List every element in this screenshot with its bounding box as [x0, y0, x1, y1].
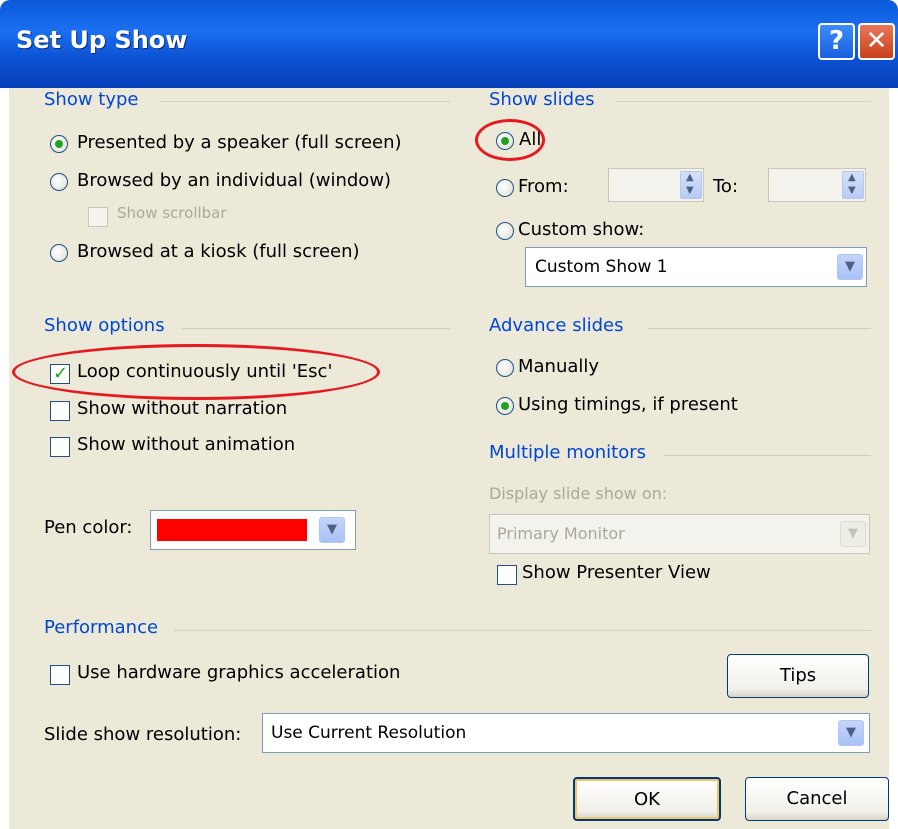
show-slides-heading: Show slides [489, 89, 595, 110]
from-label: From: [518, 176, 569, 197]
resolution-select[interactable]: Use Current Resolution ▼ [262, 713, 870, 753]
pen-color-picker[interactable]: ▼ [150, 510, 356, 550]
radio-browsed-at-kiosk[interactable] [50, 244, 68, 262]
chevron-down-icon[interactable]: ▼ [319, 517, 345, 543]
multiple-monitors-rule [664, 455, 871, 456]
show-presenter-view-checkbox[interactable] [497, 565, 517, 585]
from-spinner[interactable]: ▲ ▼ [680, 171, 702, 199]
custom-show-select[interactable]: Custom Show 1 ▼ [525, 247, 867, 287]
chevron-down-icon[interactable]: ▼ [840, 521, 866, 547]
custom-show-value: Custom Show 1 [535, 257, 668, 277]
loop-continuously-checkbox[interactable]: ✓ [50, 363, 70, 384]
help-icon: ? [828, 26, 845, 56]
radio-manually[interactable] [496, 359, 514, 377]
radio-presented-label: Presented by a speaker (full screen) [77, 132, 402, 153]
pen-color-swatch [157, 519, 307, 541]
ok-button[interactable]: OK [573, 777, 721, 821]
show-presenter-view-label: Show Presenter View [522, 562, 711, 583]
show-slides-rule [616, 101, 871, 102]
checkmark-icon: ✓ [53, 363, 69, 384]
to-spinner[interactable]: ▲ ▼ [842, 171, 864, 199]
radio-browsed-by-individual[interactable] [50, 173, 68, 191]
radio-presented-by-speaker[interactable] [50, 135, 68, 153]
advance-slides-heading: Advance slides [489, 315, 624, 336]
chevron-down-icon[interactable]: ▼ [837, 254, 863, 280]
custom-show-label: Custom show: [518, 219, 645, 240]
slide-show-resolution-label: Slide show resolution: [44, 724, 242, 745]
cancel-button[interactable]: Cancel [745, 777, 889, 821]
chevron-down-icon[interactable]: ▼ [838, 720, 864, 746]
show-options-heading: Show options [44, 315, 165, 336]
help-button[interactable]: ? [818, 23, 855, 60]
close-button[interactable]: ✕ [858, 23, 895, 60]
show-without-narration-label: Show without narration [77, 398, 288, 419]
radio-all-slides[interactable] [496, 132, 514, 150]
advance-slides-rule [648, 328, 871, 329]
show-without-animation-checkbox[interactable] [50, 437, 70, 457]
using-timings-label: Using timings, if present [518, 394, 738, 415]
show-type-rule [160, 101, 450, 102]
radio-browsed-individual-label: Browsed by an individual (window) [77, 170, 392, 191]
radio-from-slides[interactable] [496, 179, 514, 197]
monitor-select[interactable]: Primary Monitor ▼ [489, 514, 870, 554]
show-scrollbar-label: Show scrollbar [117, 204, 227, 222]
monitor-select-value: Primary Monitor [497, 524, 625, 543]
show-without-narration-checkbox[interactable] [50, 401, 70, 421]
performance-rule [174, 630, 871, 631]
tips-button[interactable]: Tips [727, 654, 869, 698]
radio-all-label: All [519, 129, 542, 150]
resolution-select-value: Use Current Resolution [271, 723, 467, 743]
show-scrollbar-checkbox[interactable] [88, 207, 108, 227]
radio-custom-show[interactable] [496, 222, 514, 240]
close-icon: ✕ [865, 26, 888, 56]
hardware-acceleration-checkbox[interactable] [50, 665, 70, 685]
manually-label: Manually [518, 356, 600, 377]
dialog-title: Set Up Show [16, 26, 188, 54]
show-without-animation-label: Show without animation [77, 434, 296, 455]
show-options-rule [182, 328, 450, 329]
loop-continuously-label: Loop continuously until 'Esc' [77, 361, 333, 382]
hardware-acceleration-label: Use hardware graphics acceleration [77, 662, 401, 683]
performance-heading: Performance [44, 617, 159, 638]
to-label: To: [713, 176, 739, 197]
pen-color-label: Pen color: [44, 517, 133, 538]
radio-kiosk-label: Browsed at a kiosk (full screen) [77, 241, 360, 262]
display-slide-show-label: Display slide show on: [489, 484, 668, 503]
multiple-monitors-heading: Multiple monitors [489, 442, 647, 463]
radio-using-timings[interactable] [496, 397, 514, 415]
show-type-heading: Show type [44, 89, 139, 110]
